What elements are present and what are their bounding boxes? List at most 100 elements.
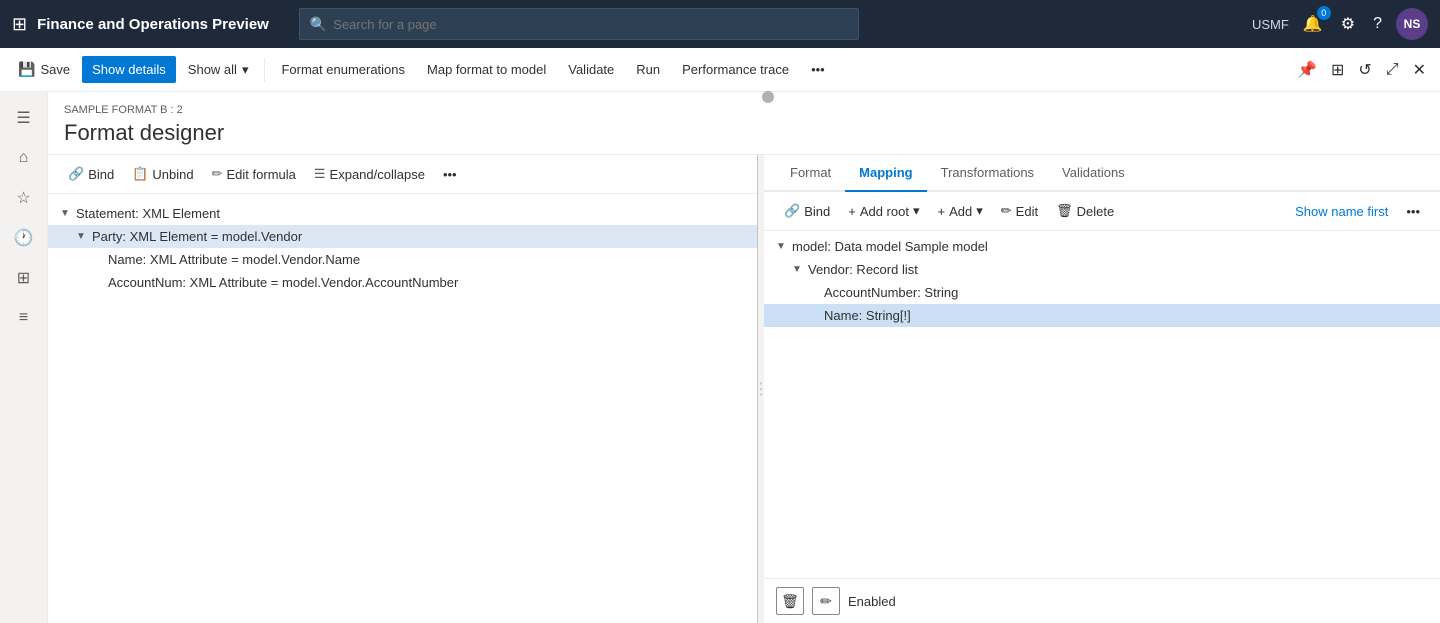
search-icon: 🔍 <box>310 16 327 33</box>
settings-button[interactable]: ⚙ <box>1337 10 1359 38</box>
bind-button[interactable]: 🔗 Bind <box>60 161 122 187</box>
add-label: Add <box>949 204 972 219</box>
expand-collapse-button[interactable]: ☰ Expand/collapse <box>306 161 433 187</box>
validate-button[interactable]: Validate <box>558 56 624 83</box>
mtree-arrow-2 <box>808 287 820 298</box>
mtree-item-model[interactable]: ▼ model: Data model Sample model <box>764 235 1440 258</box>
mtree-item-label-0: model: Data model Sample model <box>792 239 988 254</box>
tree-arrow-0: ▼ <box>60 208 72 219</box>
tab-validations[interactable]: Validations <box>1048 155 1139 192</box>
mtree-item-name[interactable]: Name: String[!] <box>764 304 1440 327</box>
show-all-button[interactable]: Show all ▾ <box>178 56 259 84</box>
sidebar-item-favorites[interactable]: ☆ <box>6 180 42 216</box>
help-icon: ? <box>1373 15 1382 32</box>
tree-item-name[interactable]: Name: XML Attribute = model.Vendor.Name <box>48 248 757 271</box>
tree-item-accountnum[interactable]: AccountNum: XML Attribute = model.Vendor… <box>48 271 757 294</box>
save-button[interactable]: 💾 Save <box>8 55 80 84</box>
mapping-pane: Format Mapping Transformations Validatio… <box>764 155 1440 623</box>
pinned-button[interactable]: 📌 <box>1291 54 1323 86</box>
app-grid-icon[interactable]: ⊞ <box>12 14 27 35</box>
mtree-item-label-3: Name: String[!] <box>824 308 911 323</box>
unbind-label: Unbind <box>152 167 193 182</box>
add-root-label: Add root <box>860 204 909 219</box>
show-all-arrow-icon: ▾ <box>242 62 249 78</box>
edit-button[interactable]: ✏ Edit <box>993 198 1046 224</box>
close-button[interactable]: ✕ <box>1407 54 1432 86</box>
avatar[interactable]: NS <box>1396 8 1428 40</box>
edit-formula-icon: ✏ <box>212 166 223 182</box>
mapping-more-button[interactable]: ••• <box>1398 199 1428 224</box>
tree-item-party[interactable]: ▼ Party: XML Element = model.Vendor <box>48 225 757 248</box>
tree-item-statement[interactable]: ▼ Statement: XML Element <box>48 202 757 225</box>
validate-label: Validate <box>568 62 614 77</box>
refresh-button[interactable]: ↺ <box>1352 54 1377 86</box>
command-more-icon: ••• <box>811 62 825 77</box>
mtree-item-vendor[interactable]: ▼ Vendor: Record list <box>764 258 1440 281</box>
show-name-first-label: Show name first <box>1295 204 1388 219</box>
command-more-button[interactable]: ••• <box>801 56 835 83</box>
content-area: SAMPLE FORMAT B : 2 Format designer 🔗 Bi… <box>48 92 1440 623</box>
top-nav: ⊞ Finance and Operations Preview 🔍 USMF … <box>0 0 1440 48</box>
sidebar-item-workspaces[interactable]: ⊞ <box>6 260 42 296</box>
sidebar: ☰ ⌂ ☆ 🕐 ⊞ ≡ <box>0 92 48 623</box>
tab-transformations[interactable]: Transformations <box>927 155 1048 192</box>
map-bind-button[interactable]: 🔗 Bind <box>776 198 838 224</box>
bind-icon: 🔗 <box>68 166 84 182</box>
app-title: Finance and Operations Preview <box>37 16 269 33</box>
unbind-button[interactable]: 📋 Unbind <box>124 161 201 187</box>
bottom-edit-button[interactable]: ✏ <box>812 587 840 615</box>
expand-button[interactable]: ⊞ <box>1325 54 1350 86</box>
tree-arrow-2 <box>92 254 104 265</box>
mtree-arrow-1: ▼ <box>792 264 804 275</box>
format-enumerations-button[interactable]: Format enumerations <box>271 56 415 83</box>
delete-button[interactable]: 🗑 Delete <box>1048 198 1122 224</box>
tab-mapping[interactable]: Mapping <box>845 155 926 192</box>
show-all-label: Show all <box>188 62 237 77</box>
show-details-label: Show details <box>92 62 166 77</box>
edit-label: Edit <box>1016 204 1038 219</box>
search-input[interactable] <box>333 17 848 32</box>
open-new-button[interactable]: ⤢ <box>1380 55 1405 85</box>
tree-item-label-1: Party: XML Element = model.Vendor <box>92 229 302 244</box>
mtree-item-label-1: Vendor: Record list <box>808 262 918 277</box>
mtree-arrow-3 <box>808 310 820 321</box>
sidebar-hamburger[interactable]: ☰ <box>6 100 42 136</box>
top-nav-right: USMF 🔔 0 ⚙ ? NS <box>1252 8 1428 40</box>
breadcrumb: SAMPLE FORMAT B : 2 <box>64 104 1424 116</box>
page-title: Format designer <box>64 120 1424 146</box>
bell-button[interactable]: 🔔 0 <box>1299 10 1327 38</box>
tab-format[interactable]: Format <box>776 155 845 192</box>
save-label: Save <box>40 62 70 77</box>
edit-formula-button[interactable]: ✏ Edit formula <box>204 161 304 187</box>
help-button[interactable]: ? <box>1369 11 1386 37</box>
mtree-item-accountnumber[interactable]: AccountNumber: String <box>764 281 1440 304</box>
mtree-arrow-0: ▼ <box>776 241 788 252</box>
map-format-button[interactable]: Map format to model <box>417 56 556 83</box>
add-arrow-icon: ▾ <box>976 203 983 219</box>
tree-item-label-2: Name: XML Attribute = model.Vendor.Name <box>108 252 360 267</box>
show-name-first-button[interactable]: Show name first <box>1287 199 1396 224</box>
bottom-delete-button[interactable]: 🗑 <box>776 587 804 615</box>
main-layout: ☰ ⌂ ☆ 🕐 ⊞ ≡ SAMPLE FORMAT B : 2 Format d… <box>0 92 1440 623</box>
sidebar-item-recent[interactable]: 🕐 <box>6 220 42 256</box>
sidebar-item-modules[interactable]: ≡ <box>6 300 42 336</box>
mapping-more-icon: ••• <box>1406 204 1420 219</box>
designer-layout: 🔗 Bind 📋 Unbind ✏ Edit formula ☰ Expand/… <box>48 155 1440 623</box>
page-header: SAMPLE FORMAT B : 2 Format designer <box>48 92 1440 155</box>
performance-trace-label: Performance trace <box>682 62 789 77</box>
search-bar[interactable]: 🔍 <box>299 8 859 40</box>
run-button[interactable]: Run <box>626 56 670 83</box>
add-icon: + <box>938 204 946 219</box>
add-button[interactable]: + Add ▾ <box>930 198 991 224</box>
separator-1 <box>264 58 265 82</box>
add-root-icon: + <box>848 204 856 219</box>
bind-label: Bind <box>88 167 114 182</box>
tree-item-label-3: AccountNum: XML Attribute = model.Vendor… <box>108 275 458 290</box>
add-root-button[interactable]: + Add root ▾ <box>840 198 927 224</box>
sidebar-item-home[interactable]: ⌂ <box>6 140 42 176</box>
mtree-item-label-2: AccountNumber: String <box>824 285 958 300</box>
map-format-label: Map format to model <box>427 62 546 77</box>
show-details-button[interactable]: Show details <box>82 56 176 83</box>
performance-trace-button[interactable]: Performance trace <box>672 56 799 83</box>
format-more-button[interactable]: ••• <box>435 162 465 187</box>
